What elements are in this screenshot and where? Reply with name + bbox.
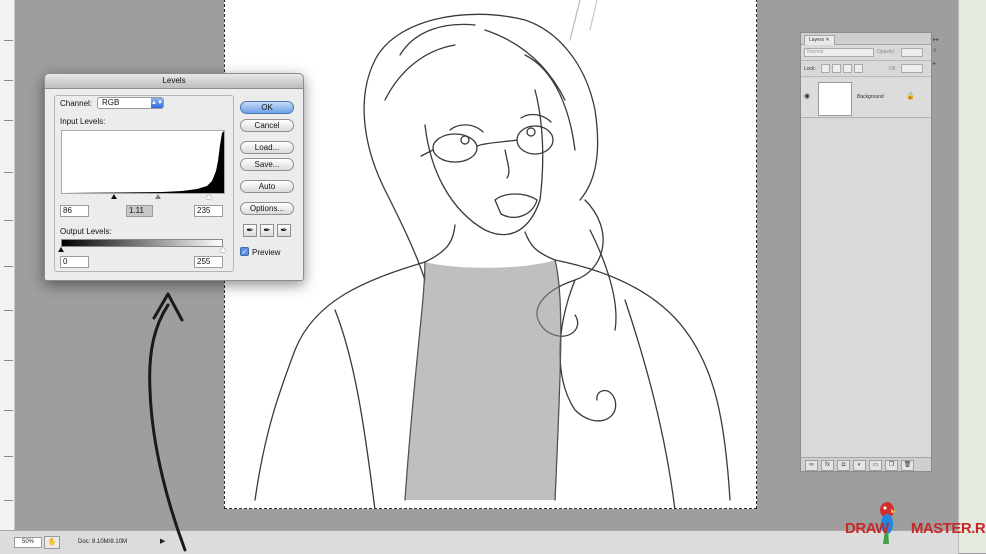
output-slider[interactable] xyxy=(58,247,226,255)
layer-thumbnail xyxy=(818,82,852,116)
save-button[interactable]: Save... xyxy=(240,158,294,171)
white-eyedropper-icon[interactable]: ✒ xyxy=(277,224,291,237)
watermark-master: MASTER.RU xyxy=(910,520,986,537)
window-right-border xyxy=(958,0,986,553)
fill-label: Fill: xyxy=(889,66,897,72)
mask-icon[interactable]: ◘ xyxy=(837,460,850,471)
trash-icon[interactable]: 🗑 xyxy=(901,460,914,471)
link-layers-icon[interactable]: ∞ xyxy=(805,460,818,471)
output-levels-label: Output Levels: xyxy=(60,227,112,236)
ok-button[interactable]: OK xyxy=(240,101,294,114)
channel-select[interactable]: RGB ▲▼ xyxy=(97,97,164,109)
levels-group: Channel: RGB ▲▼ Input Levels: 86 1.11 23… xyxy=(54,95,234,272)
vertical-ruler xyxy=(0,0,15,530)
panel-collapse-icon[interactable]: ▸▸ xyxy=(933,36,939,43)
ruler-tick xyxy=(4,120,13,121)
blend-row: Normal Opacity: xyxy=(801,45,931,61)
layers-tab[interactable]: Layers ✕ xyxy=(804,35,835,45)
cancel-button[interactable]: Cancel xyxy=(240,119,294,132)
black-point-slider[interactable] xyxy=(111,194,117,199)
ruler-tick xyxy=(4,500,13,501)
panel-arrow-icon[interactable]: ▸ xyxy=(933,60,936,67)
ruler-tick xyxy=(4,172,13,173)
watermark-draw: DRAW xyxy=(845,520,889,537)
ruler-tick xyxy=(4,80,13,81)
white-point-slider[interactable] xyxy=(206,194,212,199)
select-arrows-icon: ▲▼ xyxy=(151,98,163,108)
channel-value: RGB xyxy=(102,98,120,107)
levels-dialog: Levels Channel: RGB ▲▼ Input Levels: 86 … xyxy=(44,73,304,281)
lock-label: Lock: xyxy=(804,66,816,72)
auto-button[interactable]: Auto xyxy=(240,180,294,193)
layers-panel: Layers ✕ Normal Opacity: Lock: Fill: ◉ B… xyxy=(800,32,932,472)
blend-mode-select[interactable]: Normal xyxy=(804,48,874,57)
ruler-tick xyxy=(4,410,13,411)
load-button[interactable]: Load... xyxy=(240,141,294,154)
histogram xyxy=(61,130,225,194)
input-white-field[interactable]: 235 xyxy=(194,205,223,217)
output-gradient-bar xyxy=(61,239,223,247)
zoom-field[interactable]: 50% xyxy=(14,537,42,548)
layer-background[interactable]: ◉ Background 🔒 xyxy=(801,79,931,118)
ruler-tick xyxy=(4,220,13,221)
panel-menu-icon[interactable]: ≡ xyxy=(933,48,937,54)
options-button[interactable]: Options... xyxy=(240,202,294,215)
input-slider[interactable] xyxy=(61,194,223,202)
opacity-field[interactable] xyxy=(901,48,923,57)
ruler-tick xyxy=(4,310,13,311)
lock-image-icon[interactable] xyxy=(832,64,841,73)
sketch-drawing xyxy=(254,0,731,508)
fx-icon[interactable]: fx xyxy=(821,460,834,471)
output-black-slider[interactable] xyxy=(58,247,64,252)
adjustment-icon[interactable]: ◐ xyxy=(853,460,866,471)
gray-eyedropper-icon[interactable]: ✒ xyxy=(260,224,274,237)
input-gamma-field[interactable]: 1.11 xyxy=(126,205,153,217)
layers-tab-row: Layers ✕ xyxy=(801,33,931,45)
input-black-field[interactable]: 86 xyxy=(60,205,89,217)
layer-name: Background xyxy=(857,94,884,100)
fill-field[interactable] xyxy=(901,64,923,73)
output-white-slider[interactable] xyxy=(220,247,226,252)
watermark: DRAW MASTER.RU xyxy=(845,520,986,537)
channel-label: Channel: xyxy=(60,99,93,108)
output-black-field[interactable]: 0 xyxy=(60,256,89,268)
gamma-slider[interactable] xyxy=(155,194,161,199)
eye-icon[interactable]: ◉ xyxy=(804,93,813,101)
new-layer-icon[interactable]: ❐ xyxy=(885,460,898,471)
ruler-tick xyxy=(4,360,13,361)
ruler-tick xyxy=(4,266,13,267)
hand-drawn-arrow xyxy=(148,292,187,552)
dialog-title[interactable]: Levels xyxy=(45,74,303,89)
lock-position-icon[interactable] xyxy=(843,64,852,73)
preview-checkbox[interactable]: ✓ xyxy=(240,247,249,256)
layers-bottom-bar: ∞ fx ◘ ◐ ▭ ❐ 🗑 xyxy=(801,457,931,471)
histogram-graph xyxy=(62,131,224,193)
group-icon[interactable]: ▭ xyxy=(869,460,882,471)
ruler-tick xyxy=(4,40,13,41)
output-white-field[interactable]: 255 xyxy=(194,256,223,268)
lock-icon: 🔒 xyxy=(906,93,915,100)
lock-row: Lock: Fill: xyxy=(801,61,931,77)
lock-transparent-icon[interactable] xyxy=(821,64,830,73)
ruler-tick xyxy=(4,456,13,457)
hand-icon[interactable]: ✋ xyxy=(44,536,60,549)
lock-all-icon[interactable] xyxy=(854,64,863,73)
black-eyedropper-icon[interactable]: ✒ xyxy=(243,224,257,237)
input-levels-label: Input Levels: xyxy=(60,117,106,126)
opacity-label: Opacity: xyxy=(877,49,896,55)
preview-label: Preview xyxy=(252,248,281,257)
doc-size-info: Doc: 8.10M/8.10M xyxy=(78,539,128,545)
